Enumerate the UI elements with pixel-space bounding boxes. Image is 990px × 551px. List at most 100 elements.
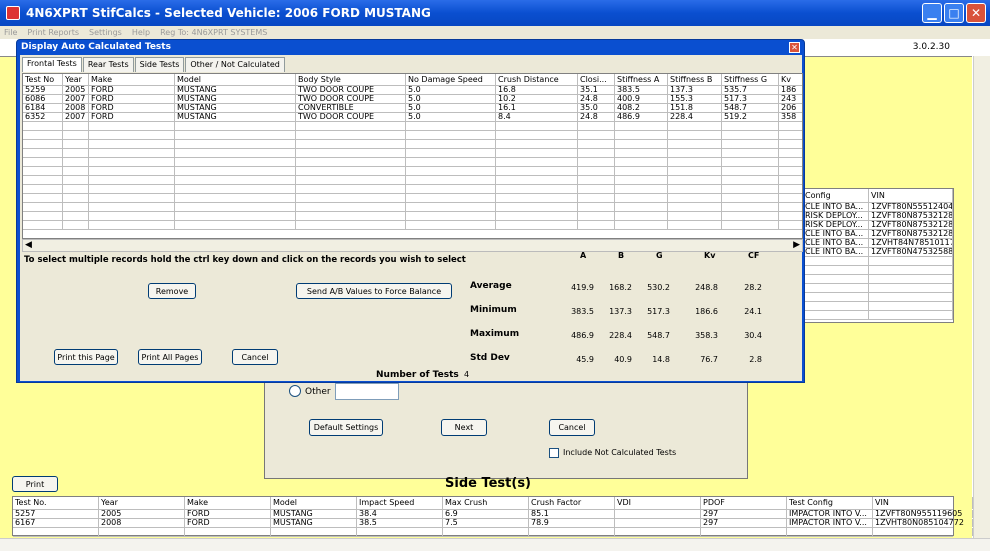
menu-print-reports[interactable]: Print Reports bbox=[27, 28, 79, 37]
stat-label: Average bbox=[470, 281, 512, 291]
cell: 2005 bbox=[63, 86, 89, 94]
frontal-table-scrollbar[interactable]: ◀ ▶ bbox=[22, 239, 803, 252]
next-button[interactable]: Next bbox=[441, 419, 487, 436]
print-all-pages-button[interactable]: Print All Pages bbox=[138, 349, 202, 365]
frontal-table-row[interactable] bbox=[23, 203, 802, 212]
right-list-row[interactable] bbox=[803, 275, 953, 284]
frontal-table-header[interactable]: Test No Year Make Model Body Style No Damage … bbox=[23, 74, 802, 86]
cell bbox=[185, 528, 271, 536]
frontal-table-row[interactable] bbox=[23, 221, 802, 230]
default-settings-button[interactable]: Default Settings bbox=[309, 419, 383, 436]
close-button[interactable]: ✕ bbox=[966, 3, 986, 23]
right-list-row[interactable]: RISK DEPLOY... 1ZVFT80N875321287 bbox=[803, 212, 953, 221]
frontal-table-row[interactable]: 6184 2008 FORD MUSTANG CONVERTIBLE 5.0 16.1 35.… bbox=[23, 104, 802, 113]
cell: 151.8 bbox=[668, 104, 722, 112]
remove-button[interactable]: Remove bbox=[148, 283, 196, 299]
cell: FORD bbox=[89, 113, 175, 121]
other-label: Other bbox=[305, 387, 331, 397]
right-list-row[interactable]: CLE INTO BA... 1ZVFT80N555124042 bbox=[803, 203, 953, 212]
cell bbox=[63, 203, 89, 211]
menu-settings[interactable]: Settings bbox=[89, 28, 122, 37]
scroll-left-icon[interactable]: ◀ bbox=[25, 240, 32, 250]
dialog-cancel-button[interactable]: Cancel bbox=[549, 419, 595, 436]
frontal-table-row[interactable] bbox=[23, 212, 802, 221]
main-horizontal-scrollbar[interactable] bbox=[0, 538, 990, 551]
stat-value: 24.1 bbox=[744, 307, 762, 316]
menu-help[interactable]: Help bbox=[132, 28, 150, 37]
right-list-row[interactable] bbox=[803, 266, 953, 275]
frontal-table-row[interactable]: 6086 2007 FORD MUSTANG TWO DOOR COUPE 5.0 10.2… bbox=[23, 95, 802, 104]
menubar: File Print Reports Settings Help Reg To:… bbox=[0, 26, 990, 39]
cell: 2008 bbox=[99, 519, 185, 527]
cell: VIN bbox=[869, 189, 953, 202]
frontal-table-row[interactable] bbox=[23, 176, 802, 185]
right-list-row[interactable] bbox=[803, 284, 953, 293]
cell: IMPACTOR INTO V... bbox=[787, 519, 873, 527]
cell bbox=[296, 158, 406, 166]
minimize-button[interactable]: ▁ bbox=[922, 3, 942, 23]
print-button[interactable]: Print bbox=[12, 476, 58, 492]
frontal-table-row[interactable] bbox=[23, 131, 802, 140]
cell bbox=[668, 122, 722, 130]
cell: TWO DOOR COUPE bbox=[296, 86, 406, 94]
right-list-row[interactable] bbox=[803, 302, 953, 311]
cell: MUSTANG bbox=[175, 113, 296, 121]
other-radio[interactable] bbox=[289, 385, 301, 397]
cell: Stiffness B bbox=[668, 74, 722, 85]
cell bbox=[779, 149, 802, 157]
scroll-right-icon[interactable]: ▶ bbox=[793, 240, 800, 250]
include-not-calculated-checkbox[interactable] bbox=[549, 448, 559, 458]
cell bbox=[357, 528, 443, 536]
side-tests-table: Test No. Year Make Model Impact Speed Max Cru… bbox=[12, 496, 973, 537]
frontal-table-row[interactable] bbox=[23, 122, 802, 131]
stat-value: 383.5 bbox=[571, 307, 594, 316]
cell bbox=[722, 131, 779, 139]
stat-value: 548.7 bbox=[647, 331, 670, 340]
right-list-row[interactable] bbox=[803, 311, 953, 320]
cell bbox=[496, 158, 578, 166]
stat-value: 358.3 bbox=[695, 331, 718, 340]
side-table-row[interactable]: 5257 2005 FORD MUSTANG 38.4 6.9 85.1 297 IMPACTO… bbox=[13, 510, 973, 519]
frontal-table-row[interactable] bbox=[23, 149, 802, 158]
side-table-header[interactable]: Test No. Year Make Model Impact Speed Max Cru… bbox=[13, 497, 973, 510]
other-input[interactable] bbox=[335, 383, 399, 400]
cell: 519.2 bbox=[722, 113, 779, 121]
tab-other-not-calculated[interactable]: Other / Not Calculated bbox=[185, 57, 285, 72]
cell: Model bbox=[175, 74, 296, 85]
popup-cancel-button[interactable]: Cancel bbox=[232, 349, 278, 365]
cell: 1ZVFT80N875321287 bbox=[871, 230, 953, 238]
stat-header: A bbox=[580, 251, 587, 260]
tab-side-tests[interactable]: Side Tests bbox=[134, 57, 185, 72]
tab-rear-tests[interactable]: Rear Tests bbox=[82, 57, 134, 72]
frontal-table-row[interactable] bbox=[23, 158, 802, 167]
right-list-row[interactable] bbox=[803, 257, 953, 266]
background-test-list: Config VIN CLE INTO BA... 1ZVFT80N555124042… bbox=[802, 188, 954, 323]
frontal-table-row[interactable] bbox=[23, 194, 802, 203]
frontal-table-row[interactable] bbox=[23, 140, 802, 149]
tab-frontal-tests[interactable]: Frontal Tests bbox=[22, 57, 82, 72]
frontal-table-row[interactable]: 6352 2007 FORD MUSTANG TWO DOOR COUPE 5.0 8.4 2… bbox=[23, 113, 802, 122]
right-list-row[interactable]: CLE INTO BA... 1ZVFT80N875321287 bbox=[803, 230, 953, 239]
frontal-table-row[interactable]: 5259 2005 FORD MUSTANG TWO DOOR COUPE 5.0 16.8… bbox=[23, 86, 802, 95]
cell: MUSTANG bbox=[175, 86, 296, 94]
cell bbox=[578, 149, 615, 157]
menu-file[interactable]: File bbox=[4, 28, 17, 37]
right-list-header[interactable]: Config VIN bbox=[803, 189, 953, 203]
right-list-row[interactable]: CLE INTO BA... 1ZVFT80N475325885 bbox=[803, 248, 953, 257]
main-vertical-scrollbar[interactable] bbox=[973, 56, 990, 538]
right-list-row[interactable]: CLE INTO BA... 1ZVHT84N785101174 bbox=[803, 239, 953, 248]
side-table-row[interactable] bbox=[13, 528, 973, 537]
frontal-table-row[interactable] bbox=[23, 185, 802, 194]
print-this-page-button[interactable]: Print this Page bbox=[54, 349, 118, 365]
maximize-button[interactable]: □ bbox=[944, 3, 964, 23]
frontal-table-row[interactable] bbox=[23, 167, 802, 176]
auto-calculated-tests-window: Display Auto Calculated Tests ✕ Frontal … bbox=[16, 39, 805, 383]
right-list-row[interactable]: RISK DEPLOY... 1ZVFT80N875321287 bbox=[803, 221, 953, 230]
popup-close-button[interactable]: ✕ bbox=[789, 42, 800, 53]
cell: Max Crush bbox=[443, 497, 529, 509]
right-list-row[interactable] bbox=[803, 293, 953, 302]
side-table-row[interactable]: 6167 2008 FORD MUSTANG 38.5 7.5 78.9 297 IMPACTO… bbox=[13, 519, 973, 528]
send-to-force-balance-button[interactable]: Send A/B Values to Force Balance bbox=[296, 283, 452, 299]
cell: 358 bbox=[779, 113, 802, 121]
cell bbox=[803, 311, 869, 319]
